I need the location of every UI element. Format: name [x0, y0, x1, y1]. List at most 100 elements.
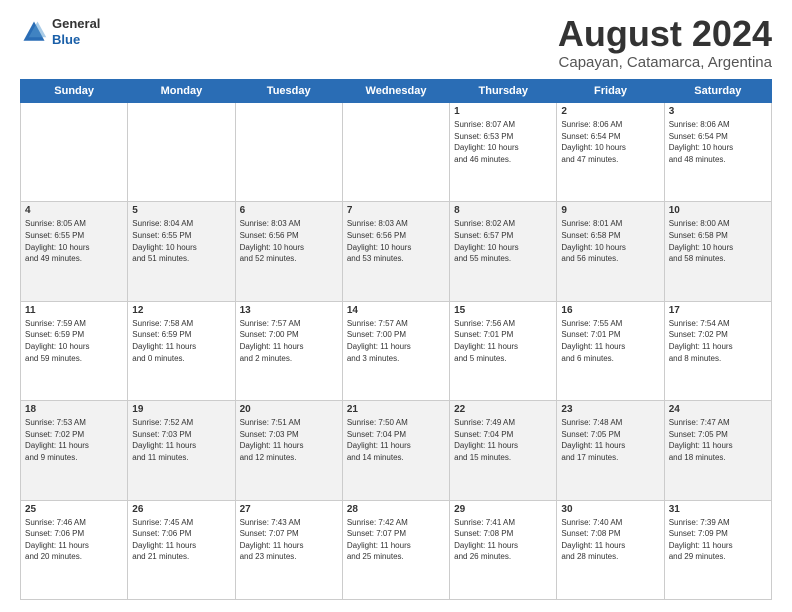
table-row: 27 Sunrise: 7:43 AM Sunset: 7:07 PM Dayli…	[235, 500, 342, 599]
day-number: 11	[25, 305, 123, 316]
day-number: 21	[347, 404, 445, 415]
day-number: 14	[347, 305, 445, 316]
day-info: Sunrise: 7:51 AM Sunset: 7:03 PM Dayligh…	[240, 417, 338, 463]
day-number: 9	[561, 205, 659, 216]
day-info: Sunrise: 7:43 AM Sunset: 7:07 PM Dayligh…	[240, 517, 338, 563]
day-info: Sunrise: 7:47 AM Sunset: 7:05 PM Dayligh…	[669, 417, 767, 463]
day-info: Sunrise: 7:49 AM Sunset: 7:04 PM Dayligh…	[454, 417, 552, 463]
day-info: Sunrise: 8:00 AM Sunset: 6:58 PM Dayligh…	[669, 218, 767, 264]
table-row: 15 Sunrise: 7:56 AM Sunset: 7:01 PM Dayli…	[450, 301, 557, 400]
col-tuesday: Tuesday	[235, 80, 342, 103]
title-month: August 2024	[558, 16, 772, 52]
table-row: 20Sunrise: 7:51 AM Sunset: 7:03 PM Dayli…	[235, 401, 342, 500]
day-info: Sunrise: 7:41 AM Sunset: 7:08 PM Dayligh…	[454, 517, 552, 563]
table-row	[128, 103, 235, 202]
day-info: Sunrise: 8:01 AM Sunset: 6:58 PM Dayligh…	[561, 218, 659, 264]
table-row: 5 Sunrise: 8:04 AM Sunset: 6:55 PM Daylig…	[128, 202, 235, 301]
table-row: 12Sunrise: 7:58 AM Sunset: 6:59 PM Dayli…	[128, 301, 235, 400]
day-info: Sunrise: 8:06 AM Sunset: 6:54 PM Dayligh…	[561, 119, 659, 165]
calendar-week-row: 18 Sunrise: 7:53 AM Sunset: 7:02 PM Dayli…	[21, 401, 772, 500]
day-number: 17	[669, 305, 767, 316]
day-info: Sunrise: 8:04 AM Sunset: 6:55 PM Dayligh…	[132, 218, 230, 264]
table-row: 3 Sunrise: 8:06 AM Sunset: 6:54 PM Daylig…	[664, 103, 771, 202]
day-number: 26	[132, 504, 230, 515]
day-number: 27	[240, 504, 338, 515]
day-info: Sunrise: 7:52 AM Sunset: 7:03 PM Dayligh…	[132, 417, 230, 463]
day-number: 1	[454, 106, 552, 117]
calendar-week-row: 4 Sunrise: 8:05 AM Sunset: 6:55 PM Daylig…	[21, 202, 772, 301]
day-number: 3	[669, 106, 767, 117]
day-info: Sunrise: 7:39 AM Sunset: 7:09 PM Dayligh…	[669, 517, 767, 563]
day-info: Sunrise: 7:46 AM Sunset: 7:06 PM Dayligh…	[25, 517, 123, 563]
table-row: 23 Sunrise: 7:48 AM Sunset: 7:05 PM Dayli…	[557, 401, 664, 500]
day-number: 2	[561, 106, 659, 117]
table-row: 14 Sunrise: 7:57 AM Sunset: 7:00 PM Dayli…	[342, 301, 449, 400]
day-number: 10	[669, 205, 767, 216]
day-info: Sunrise: 8:06 AM Sunset: 6:54 PM Dayligh…	[669, 119, 767, 165]
table-row: 13 Sunrise: 7:57 AM Sunset: 7:00 PM Dayli…	[235, 301, 342, 400]
table-row: 2 Sunrise: 8:06 AM Sunset: 6:54 PM Daylig…	[557, 103, 664, 202]
day-number: 19	[132, 404, 230, 415]
day-number: 12	[132, 305, 230, 316]
table-row: 1Sunrise: 8:07 AM Sunset: 6:53 PM Daylig…	[450, 103, 557, 202]
day-info: Sunrise: 8:03 AM Sunset: 6:56 PM Dayligh…	[347, 218, 445, 264]
day-info: Sunrise: 7:53 AM Sunset: 7:02 PM Dayligh…	[25, 417, 123, 463]
day-number: 7	[347, 205, 445, 216]
day-number: 28	[347, 504, 445, 515]
day-number: 24	[669, 404, 767, 415]
day-info: Sunrise: 8:03 AM Sunset: 6:56 PM Dayligh…	[240, 218, 338, 264]
day-number: 23	[561, 404, 659, 415]
day-number: 18	[25, 404, 123, 415]
table-row: 16Sunrise: 7:55 AM Sunset: 7:01 PM Dayli…	[557, 301, 664, 400]
day-info: Sunrise: 7:50 AM Sunset: 7:04 PM Dayligh…	[347, 417, 445, 463]
day-number: 4	[25, 205, 123, 216]
logo-blue-text: Blue	[52, 32, 100, 48]
day-info: Sunrise: 7:42 AM Sunset: 7:07 PM Dayligh…	[347, 517, 445, 563]
table-row: 28 Sunrise: 7:42 AM Sunset: 7:07 PM Dayli…	[342, 500, 449, 599]
logo: General Blue	[20, 16, 100, 47]
day-info: Sunrise: 8:05 AM Sunset: 6:55 PM Dayligh…	[25, 218, 123, 264]
table-row: 30 Sunrise: 7:40 AM Sunset: 7:08 PM Dayli…	[557, 500, 664, 599]
table-row: 21 Sunrise: 7:50 AM Sunset: 7:04 PM Dayli…	[342, 401, 449, 500]
table-row: 26 Sunrise: 7:45 AM Sunset: 7:06 PM Dayli…	[128, 500, 235, 599]
day-info: Sunrise: 7:57 AM Sunset: 7:00 PM Dayligh…	[347, 318, 445, 364]
day-number: 13	[240, 305, 338, 316]
table-row: 17 Sunrise: 7:54 AM Sunset: 7:02 PM Dayli…	[664, 301, 771, 400]
day-info: Sunrise: 8:02 AM Sunset: 6:57 PM Dayligh…	[454, 218, 552, 264]
col-thursday: Thursday	[450, 80, 557, 103]
table-row: 8 Sunrise: 8:02 AM Sunset: 6:57 PM Daylig…	[450, 202, 557, 301]
table-row	[342, 103, 449, 202]
table-row: 7 Sunrise: 8:03 AM Sunset: 6:56 PM Daylig…	[342, 202, 449, 301]
day-number: 29	[454, 504, 552, 515]
col-wednesday: Wednesday	[342, 80, 449, 103]
logo-icon	[20, 18, 48, 46]
day-info: Sunrise: 7:55 AM Sunset: 7:01 PM Dayligh…	[561, 318, 659, 364]
calendar-week-row: 11 Sunrise: 7:59 AM Sunset: 6:59 PM Dayli…	[21, 301, 772, 400]
table-row: 4 Sunrise: 8:05 AM Sunset: 6:55 PM Daylig…	[21, 202, 128, 301]
calendar-header-row: Sunday Monday Tuesday Wednesday Thursday…	[21, 80, 772, 103]
table-row: 19 Sunrise: 7:52 AM Sunset: 7:03 PM Dayli…	[128, 401, 235, 500]
calendar-week-row: 1Sunrise: 8:07 AM Sunset: 6:53 PM Daylig…	[21, 103, 772, 202]
day-info: Sunrise: 7:57 AM Sunset: 7:00 PM Dayligh…	[240, 318, 338, 364]
day-info: Sunrise: 7:56 AM Sunset: 7:01 PM Dayligh…	[454, 318, 552, 364]
col-friday: Friday	[557, 80, 664, 103]
day-number: 30	[561, 504, 659, 515]
day-info: Sunrise: 7:45 AM Sunset: 7:06 PM Dayligh…	[132, 517, 230, 563]
day-number: 5	[132, 205, 230, 216]
calendar-table: Sunday Monday Tuesday Wednesday Thursday…	[20, 79, 772, 600]
day-number: 15	[454, 305, 552, 316]
table-row: 25Sunrise: 7:46 AM Sunset: 7:06 PM Dayli…	[21, 500, 128, 599]
page: General Blue August 2024 Capayan, Catama…	[0, 0, 792, 612]
day-info: Sunrise: 7:48 AM Sunset: 7:05 PM Dayligh…	[561, 417, 659, 463]
day-info: Sunrise: 7:59 AM Sunset: 6:59 PM Dayligh…	[25, 318, 123, 364]
day-info: Sunrise: 7:40 AM Sunset: 7:08 PM Dayligh…	[561, 517, 659, 563]
header: General Blue August 2024 Capayan, Catama…	[20, 16, 772, 71]
day-number: 31	[669, 504, 767, 515]
day-number: 22	[454, 404, 552, 415]
day-info: Sunrise: 7:54 AM Sunset: 7:02 PM Dayligh…	[669, 318, 767, 364]
day-number: 6	[240, 205, 338, 216]
day-number: 8	[454, 205, 552, 216]
calendar-week-row: 25Sunrise: 7:46 AM Sunset: 7:06 PM Dayli…	[21, 500, 772, 599]
table-row: 31 Sunrise: 7:39 AM Sunset: 7:09 PM Dayli…	[664, 500, 771, 599]
table-row: 24 Sunrise: 7:47 AM Sunset: 7:05 PM Dayli…	[664, 401, 771, 500]
